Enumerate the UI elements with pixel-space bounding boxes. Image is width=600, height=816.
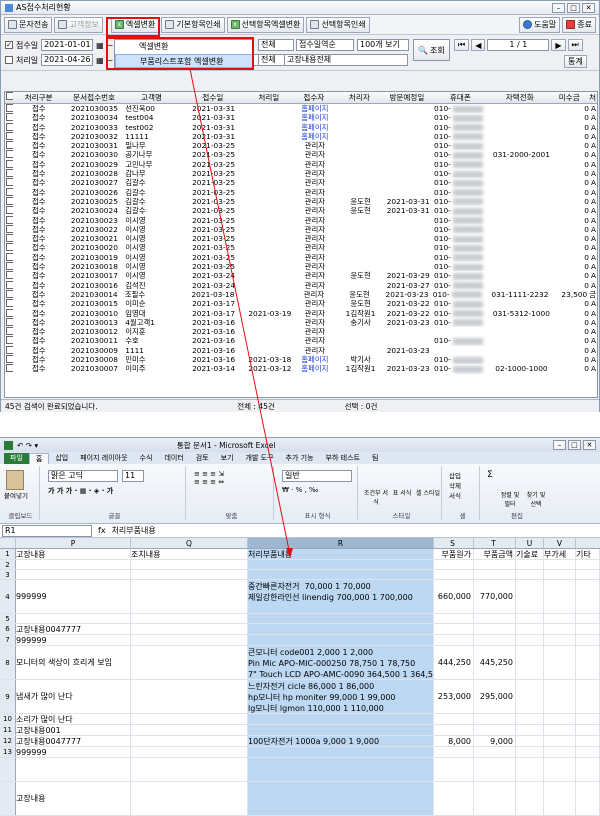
red-arrow [189,68,293,558]
